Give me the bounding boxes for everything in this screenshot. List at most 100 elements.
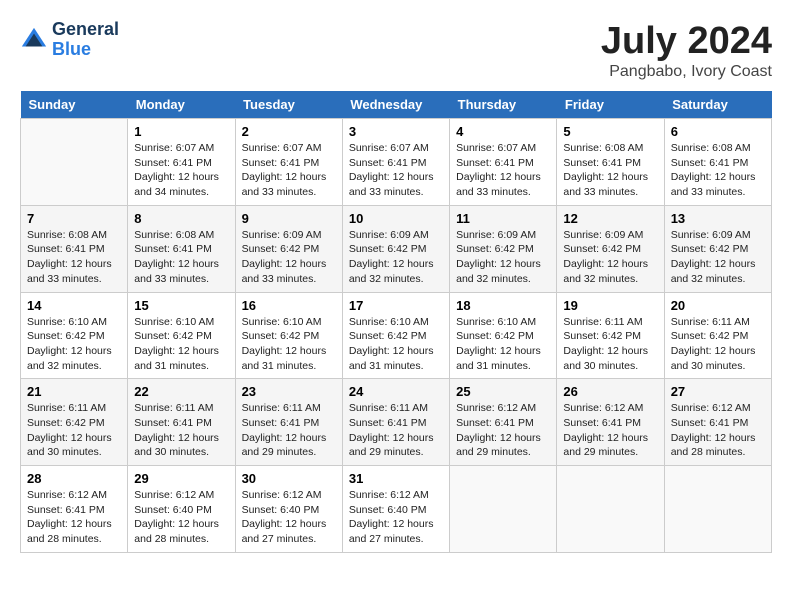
day-number: 3 [349,124,443,139]
calendar-day-cell: 21Sunrise: 6:11 AMSunset: 6:42 PMDayligh… [21,379,128,466]
calendar-day-cell: 14 Sunrise: 6:10 AMSunset: 6:42 PMDayligh… [21,292,128,379]
calendar-day-cell: 26 Sunrise: 6:12 AMSunset: 6:41 PMDayligh… [557,379,664,466]
calendar-day-cell [21,119,128,206]
calendar-day-cell: 16 Sunrise: 6:10 AMSunset: 6:42 PMDayligh… [235,292,342,379]
calendar-week-row: 14 Sunrise: 6:10 AMSunset: 6:42 PMDayligh… [21,292,772,379]
calendar-day-cell: 5 Sunrise: 6:08 AMSunset: 6:41 PMDaylight… [557,119,664,206]
calendar-day-cell: 24 Sunrise: 6:11 AMSunset: 6:41 PMDayligh… [342,379,449,466]
calendar-day-cell: 7 Sunrise: 6:08 AMSunset: 6:41 PMDaylight… [21,205,128,292]
calendar-day-cell: 17Sunrise: 6:10 AMSunset: 6:42 PMDayligh… [342,292,449,379]
calendar-day-cell: 31 Sunrise: 6:12 AMSunset: 6:40 PMDayligh… [342,466,449,553]
day-info: Sunrise: 6:07 AMSunset: 6:41 PMDaylight:… [242,141,336,200]
day-info: Sunrise: 6:10 AMSunset: 6:42 PMDaylight:… [242,315,336,374]
calendar-week-row: 7 Sunrise: 6:08 AMSunset: 6:41 PMDaylight… [21,205,772,292]
day-info: Sunrise: 6:12 AMSunset: 6:41 PMDaylight:… [563,401,657,460]
day-info: Sunrise: 6:10 AMSunset: 6:42 PMDaylight:… [456,315,550,374]
calendar-week-row: 21Sunrise: 6:11 AMSunset: 6:42 PMDayligh… [21,379,772,466]
day-info: Sunrise: 6:11 AMSunset: 6:42 PMDaylight:… [27,401,121,460]
calendar-day-cell: 27Sunrise: 6:12 AMSunset: 6:41 PMDayligh… [664,379,771,466]
logo-text: General Blue [52,20,119,60]
calendar-day-cell [557,466,664,553]
calendar-day-cell [450,466,557,553]
day-number: 8 [134,211,228,226]
calendar-day-cell [664,466,771,553]
column-header-friday: Friday [557,91,664,119]
calendar-day-cell: 2 Sunrise: 6:07 AMSunset: 6:41 PMDaylight… [235,119,342,206]
main-title: July 2024 [601,20,772,63]
day-info: Sunrise: 6:10 AMSunset: 6:42 PMDaylight:… [134,315,228,374]
column-header-wednesday: Wednesday [342,91,449,119]
day-info: Sunrise: 6:07 AMSunset: 6:41 PMDaylight:… [456,141,550,200]
day-number: 5 [563,124,657,139]
day-number: 25 [456,384,550,399]
day-number: 4 [456,124,550,139]
day-info: Sunrise: 6:11 AMSunset: 6:41 PMDaylight:… [349,401,443,460]
calendar-day-cell: 13Sunrise: 6:09 AMSunset: 6:42 PMDayligh… [664,205,771,292]
day-info: Sunrise: 6:12 AMSunset: 6:40 PMDaylight:… [242,488,336,547]
column-header-monday: Monday [128,91,235,119]
day-number: 19 [563,298,657,313]
day-info: Sunrise: 6:12 AMSunset: 6:41 PMDaylight:… [456,401,550,460]
day-info: Sunrise: 6:07 AMSunset: 6:41 PMDaylight:… [349,141,443,200]
calendar-day-cell: 1 Sunrise: 6:07 AMSunset: 6:41 PMDaylight… [128,119,235,206]
day-number: 6 [671,124,765,139]
day-number: 18 [456,298,550,313]
column-header-thursday: Thursday [450,91,557,119]
day-number: 24 [349,384,443,399]
calendar-day-cell: 8 Sunrise: 6:08 AMSunset: 6:41 PMDaylight… [128,205,235,292]
day-number: 7 [27,211,121,226]
calendar-week-row: 1 Sunrise: 6:07 AMSunset: 6:41 PMDaylight… [21,119,772,206]
day-info: Sunrise: 6:08 AMSunset: 6:41 PMDaylight:… [27,228,121,287]
day-info: Sunrise: 6:12 AMSunset: 6:41 PMDaylight:… [27,488,121,547]
title-area: July 2024 Pangbabo, Ivory Coast [601,20,772,81]
day-number: 31 [349,471,443,486]
day-info: Sunrise: 6:09 AMSunset: 6:42 PMDaylight:… [563,228,657,287]
day-number: 14 [27,298,121,313]
calendar-day-cell: 3 Sunrise: 6:07 AMSunset: 6:41 PMDaylight… [342,119,449,206]
day-info: Sunrise: 6:07 AMSunset: 6:41 PMDaylight:… [134,141,228,200]
day-number: 23 [242,384,336,399]
day-number: 30 [242,471,336,486]
calendar-day-cell: 9Sunrise: 6:09 AMSunset: 6:42 PMDaylight… [235,205,342,292]
day-info: Sunrise: 6:08 AMSunset: 6:41 PMDaylight:… [671,141,765,200]
day-number: 17 [349,298,443,313]
calendar-day-cell: 10 Sunrise: 6:09 AMSunset: 6:42 PMDayligh… [342,205,449,292]
day-info: Sunrise: 6:11 AMSunset: 6:41 PMDaylight:… [242,401,336,460]
day-number: 2 [242,124,336,139]
day-number: 1 [134,124,228,139]
calendar-day-cell: 11Sunrise: 6:09 AMSunset: 6:42 PMDayligh… [450,205,557,292]
calendar-day-cell: 29 Sunrise: 6:12 AMSunset: 6:40 PMDayligh… [128,466,235,553]
calendar-header-row: SundayMondayTuesdayWednesdayThursdayFrid… [21,91,772,119]
day-info: Sunrise: 6:11 AMSunset: 6:42 PMDaylight:… [671,315,765,374]
subtitle: Pangbabo, Ivory Coast [601,63,772,81]
calendar-day-cell: 4 Sunrise: 6:07 AMSunset: 6:41 PMDaylight… [450,119,557,206]
column-header-saturday: Saturday [664,91,771,119]
calendar-day-cell: 20Sunrise: 6:11 AMSunset: 6:42 PMDayligh… [664,292,771,379]
day-info: Sunrise: 6:09 AMSunset: 6:42 PMDaylight:… [349,228,443,287]
calendar-day-cell: 25 Sunrise: 6:12 AMSunset: 6:41 PMDayligh… [450,379,557,466]
day-info: Sunrise: 6:08 AMSunset: 6:41 PMDaylight:… [563,141,657,200]
calendar-day-cell: 12 Sunrise: 6:09 AMSunset: 6:42 PMDayligh… [557,205,664,292]
day-info: Sunrise: 6:09 AMSunset: 6:42 PMDaylight:… [242,228,336,287]
day-number: 27 [671,384,765,399]
day-info: Sunrise: 6:09 AMSunset: 6:42 PMDaylight:… [456,228,550,287]
day-number: 29 [134,471,228,486]
day-number: 15 [134,298,228,313]
logo-icon [20,26,48,54]
day-info: Sunrise: 6:08 AMSunset: 6:41 PMDaylight:… [134,228,228,287]
day-number: 10 [349,211,443,226]
column-header-sunday: Sunday [21,91,128,119]
day-number: 16 [242,298,336,313]
day-number: 12 [563,211,657,226]
day-number: 26 [563,384,657,399]
calendar-day-cell: 15 Sunrise: 6:10 AMSunset: 6:42 PMDayligh… [128,292,235,379]
calendar-table: SundayMondayTuesdayWednesdayThursdayFrid… [20,91,772,553]
calendar-day-cell: 18 Sunrise: 6:10 AMSunset: 6:42 PMDayligh… [450,292,557,379]
day-info: Sunrise: 6:10 AMSunset: 6:42 PMDaylight:… [27,315,121,374]
day-info: Sunrise: 6:12 AMSunset: 6:40 PMDaylight:… [349,488,443,547]
day-info: Sunrise: 6:11 AMSunset: 6:41 PMDaylight:… [134,401,228,460]
day-number: 22 [134,384,228,399]
day-info: Sunrise: 6:12 AMSunset: 6:40 PMDaylight:… [134,488,228,547]
column-header-tuesday: Tuesday [235,91,342,119]
day-number: 28 [27,471,121,486]
